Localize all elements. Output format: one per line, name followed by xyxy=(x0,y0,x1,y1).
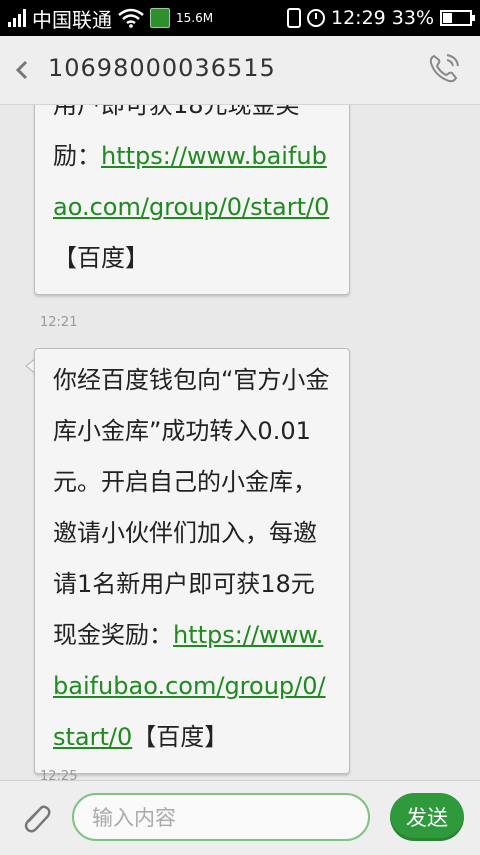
app-notification-icon xyxy=(150,8,170,28)
sender-number: 10698000036515 xyxy=(48,54,276,82)
phone-icon[interactable] xyxy=(426,52,460,86)
status-bar: 中国联通 15.6M 12:29 33% xyxy=(0,0,480,36)
message-body: 你经百度钱包向“官方小金库小金库”成功转入0.01元。开启自己的小金库，邀请小伙… xyxy=(53,366,330,649)
send-button[interactable]: 发送 xyxy=(390,793,464,841)
status-time: 12:29 xyxy=(331,7,386,29)
input-placeholder: 输入内容 xyxy=(92,806,176,830)
paperclip-icon[interactable] xyxy=(16,799,56,839)
message-bubble[interactable]: 你经百度钱包向“官方小金库小金库”成功转入0.01元。开启自己的小金库，邀请小伙… xyxy=(34,348,350,774)
message-signature: 【百度】 xyxy=(53,244,149,272)
vibrate-icon xyxy=(287,8,301,28)
wifi-icon xyxy=(118,8,144,28)
status-left: 中国联通 15.6M xyxy=(8,0,213,36)
message-text: 你经百度钱包向“官方小金库小金库”成功转入0.01元。开启自己的小金库，邀请小伙… xyxy=(53,355,331,763)
signal-icon xyxy=(8,9,26,27)
message-list[interactable]: 用户即可获18元现金奖励：https://www.baifubao.com/gr… xyxy=(0,105,480,780)
chevron-left-icon[interactable] xyxy=(14,60,30,80)
network-speed: 15.6M xyxy=(176,11,214,25)
battery-icon xyxy=(440,10,475,26)
message-text: 用户即可获18元现金奖励：https://www.baifubao.com/gr… xyxy=(53,105,331,284)
message-input[interactable]: 输入内容 xyxy=(72,793,370,841)
battery-percent: 33% xyxy=(391,7,434,29)
conversation-header: 10698000036515 xyxy=(0,36,480,105)
message-time: 12:25 xyxy=(40,769,78,780)
composer-bar: 输入内容 发送 xyxy=(0,780,480,855)
status-right: 12:29 33% xyxy=(287,0,475,36)
message-bubble[interactable]: 用户即可获18元现金奖励：https://www.baifubao.com/gr… xyxy=(34,105,350,295)
carrier-name: 中国联通 xyxy=(32,7,112,32)
message-signature: 【百度】 xyxy=(132,723,229,751)
alarm-icon xyxy=(307,9,325,27)
message-time: 12:21 xyxy=(40,315,78,330)
